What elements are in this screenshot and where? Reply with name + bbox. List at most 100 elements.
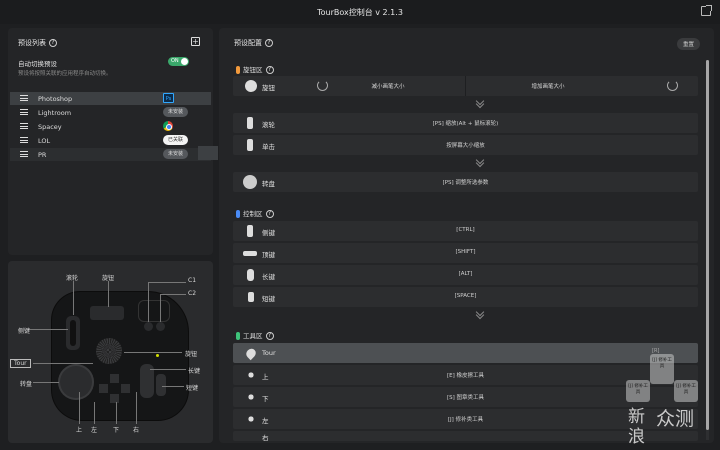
label-c1: C1: [188, 277, 197, 284]
config-scrollbar[interactable]: [706, 60, 709, 440]
row-value[interactable]: [ALT]: [233, 271, 698, 277]
config-row-long[interactable]: 长键 [ALT]: [233, 265, 698, 285]
auto-switch-toggle[interactable]: ON: [168, 57, 189, 66]
leader-line: [162, 386, 184, 387]
preset-name: Lightroom: [38, 109, 72, 117]
radial-shortcut: [R]: [652, 348, 660, 354]
row-value-right[interactable]: 增加画笔大小: [493, 82, 603, 90]
leader-line: [148, 282, 149, 322]
reset-button[interactable]: 重置: [676, 38, 700, 50]
row-value[interactable]: 按屏幕大小缩放: [233, 141, 698, 149]
label-tour: Tour: [10, 359, 31, 368]
row-value[interactable]: [SPACE]: [233, 293, 698, 299]
drag-handle-icon[interactable]: [20, 137, 28, 143]
preset-config-title: 预设配置: [234, 39, 262, 47]
c2-button[interactable]: [156, 322, 165, 331]
knob[interactable]: [96, 338, 122, 364]
auto-switch-label: 自动切换预设: [18, 60, 57, 68]
config-row-short[interactable]: 短键 [SPACE]: [233, 287, 698, 307]
label-up: 上: [76, 427, 83, 434]
c1-button[interactable]: [144, 322, 153, 331]
row-label: 右: [262, 434, 269, 442]
dpad-left[interactable]: [99, 384, 108, 393]
preset-list-panel: 预设列表? + 自动切换预设 ON 预设将按照关联的应用程序自动切换。 Phot…: [8, 28, 218, 255]
section-dot: [236, 332, 240, 340]
help-icon[interactable]: ?: [265, 66, 274, 74]
drag-handle-icon[interactable]: [20, 109, 28, 115]
label-scroll: 滚轮: [66, 275, 79, 282]
dpad-down[interactable]: [110, 394, 119, 403]
config-row-click[interactable]: 单击 按屏幕大小缩放: [233, 135, 698, 155]
toggle-text: ON: [171, 58, 179, 64]
label-c2: C2: [188, 290, 197, 297]
help-icon[interactable]: ?: [49, 39, 57, 47]
label-side: 侧键: [18, 328, 31, 335]
knob-section-title: 旋钮区?: [236, 64, 274, 74]
row-value[interactable]: [SHIFT]: [233, 249, 698, 255]
leader-line: [116, 402, 117, 424]
config-row-side[interactable]: 侧键 [CTRL]: [233, 221, 698, 241]
dpad-up[interactable]: [110, 374, 119, 383]
radial-top-cell: [J] 修补工具: [650, 354, 674, 384]
drag-handle-icon[interactable]: [20, 151, 28, 157]
scroll-wheel[interactable]: [70, 320, 76, 346]
leader-line: [108, 281, 109, 307]
preset-item-lightroom[interactable]: Lightroom 未安装: [10, 106, 211, 119]
chevron-down-icon[interactable]: [477, 311, 485, 317]
help-icon[interactable]: ?: [265, 210, 274, 218]
help-icon[interactable]: ?: [265, 332, 274, 340]
leader-line: [148, 282, 186, 283]
row-label: 旋钮: [262, 84, 275, 92]
dial[interactable]: [58, 364, 94, 400]
watermark-brand: 众测: [656, 408, 695, 430]
row-value-left[interactable]: 减小画笔大小: [333, 82, 443, 90]
popout-icon[interactable]: [701, 5, 712, 16]
config-row-knob[interactable]: 旋钮 减小画笔大小 增加画笔大小: [233, 76, 698, 96]
row-value[interactable]: [PS] 调整所选参数: [233, 178, 698, 186]
section-dot: [236, 66, 240, 74]
preset-list-title: 预设列表: [18, 39, 46, 47]
label-down: 下: [113, 427, 120, 434]
preset-item-spacey[interactable]: Spacey: [10, 120, 211, 133]
app-status-badge: 未安装: [163, 149, 189, 159]
chevron-down-icon[interactable]: [477, 100, 485, 106]
radial-right-cell: [J] 修补工具: [674, 380, 698, 402]
label-dial: 转盘: [20, 381, 33, 388]
chevron-down-icon[interactable]: [477, 159, 485, 165]
tour-button-icon: [244, 346, 258, 361]
leader-line: [30, 329, 68, 330]
preset-item-lol[interactable]: LOL 已关联: [10, 134, 211, 147]
label-left: 左: [91, 427, 98, 434]
config-row-scroll[interactable]: 滚轮 [PS] 缩放(Alt + 鼠标滚轮): [233, 113, 698, 133]
help-icon[interactable]: ?: [265, 39, 273, 47]
label-long: 长键: [188, 368, 201, 375]
tool-section-title: 工具区?: [236, 330, 274, 340]
preset-name: PR: [38, 151, 47, 159]
leader-line: [136, 392, 137, 424]
leader-line: [33, 382, 59, 383]
top-button[interactable]: [90, 306, 124, 320]
add-preset-button[interactable]: +: [191, 37, 200, 46]
leader-line: [160, 294, 186, 295]
preset-name: LOL: [38, 137, 51, 145]
preset-name: Photoshop: [38, 95, 73, 103]
config-row-dial[interactable]: 转盘 [PS] 调整所选参数: [233, 172, 698, 192]
row-highlight: [198, 146, 218, 160]
window-title: TourBox控制台 v 2.1.3: [317, 8, 403, 17]
preset-item-photoshop[interactable]: Photoshop Ps: [10, 92, 211, 105]
config-row-top[interactable]: 顶键 [SHIFT]: [233, 243, 698, 263]
scrollbar-thumb[interactable]: [706, 60, 709, 430]
app-status-badge: 已关联: [163, 135, 189, 145]
drag-handle-icon[interactable]: [20, 123, 28, 129]
chrome-app-icon: [163, 121, 173, 131]
dpad-right[interactable]: [121, 384, 130, 393]
section-dot: [236, 210, 240, 218]
toggle-knob: [181, 58, 188, 65]
preset-item-pr[interactable]: PR 未安装: [10, 148, 211, 161]
row-value[interactable]: [PS] 缩放(Alt + 鼠标滚轮): [233, 119, 698, 127]
rotate-ccw-icon: [317, 80, 328, 91]
leader-line: [79, 392, 80, 424]
drag-handle-icon[interactable]: [20, 95, 28, 101]
row-value[interactable]: [CTRL]: [233, 227, 698, 233]
short-button[interactable]: [156, 374, 166, 396]
